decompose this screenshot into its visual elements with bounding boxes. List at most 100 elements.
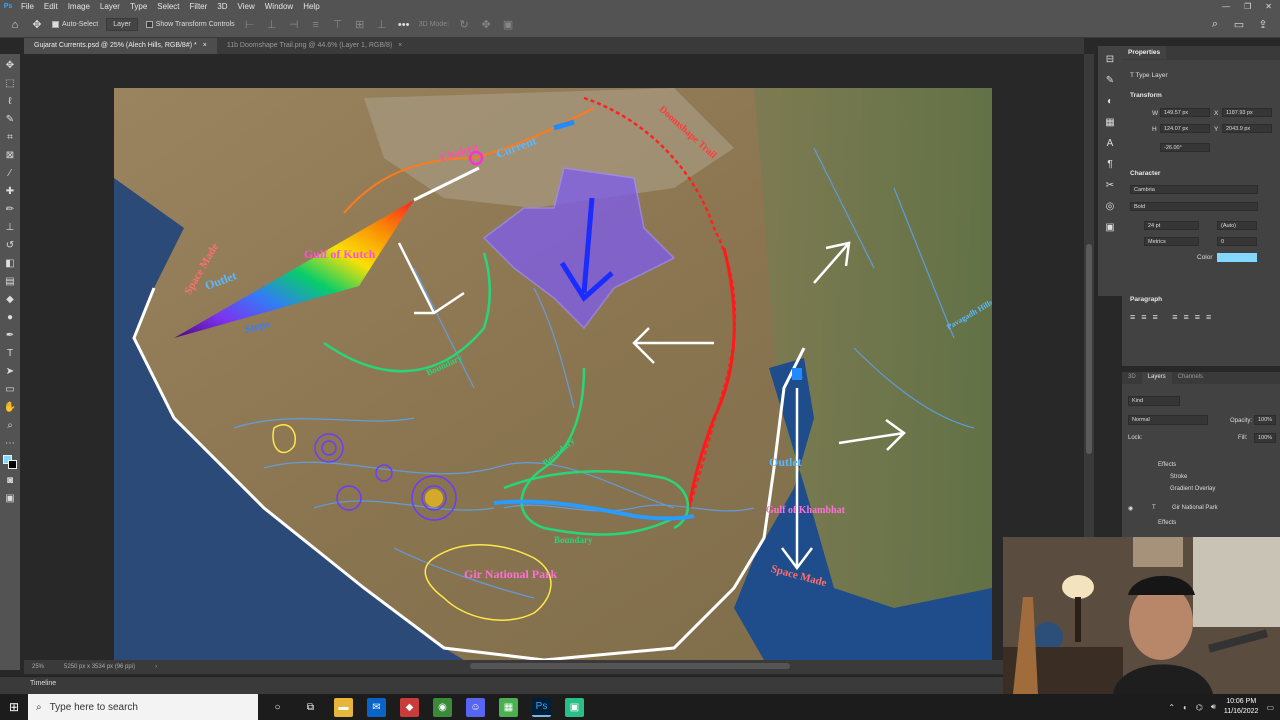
tab-channels[interactable]: Channels (1172, 372, 1209, 384)
target-select[interactable]: Layer (106, 18, 138, 31)
opacity-field[interactable]: 100% (1254, 415, 1276, 425)
crop-tool-icon[interactable]: ⌗ (3, 131, 17, 144)
eyedropper-tool-icon[interactable]: ⁄ (3, 167, 17, 180)
tray-app-icon[interactable]: ◐ (1183, 703, 1188, 712)
taskbar-clock[interactable]: 10:06 PM 11/16/2022 (1224, 697, 1259, 717)
shape-tool-icon[interactable]: ▭ (3, 383, 17, 396)
canvas-area[interactable]: Chakra Current Doomshape Trail Space Mad… (24, 54, 1084, 660)
layer-row-effects[interactable]: Effects (1158, 520, 1176, 526)
leading-field[interactable]: (Auto) (1217, 221, 1257, 230)
photoshop-icon[interactable]: Ps (532, 697, 551, 717)
close-tab-icon[interactable]: × (398, 42, 402, 50)
screen-mode-icon[interactable]: ▣ (3, 492, 17, 505)
search-icon[interactable]: ⌕ (1208, 18, 1222, 32)
eraser-tool-icon[interactable]: ◧ (3, 257, 17, 270)
more-tools-icon[interactable]: ⋯ (3, 437, 17, 450)
workspace-icon[interactable]: ▭ (1232, 18, 1246, 32)
close-tab-icon[interactable]: × (203, 42, 207, 50)
frame-tool-icon[interactable]: ⊠ (3, 149, 17, 162)
align-bottom-icon[interactable]: ⊥ (375, 18, 389, 32)
paragraph-icon[interactable]: ¶ (1103, 159, 1117, 170)
notifications-icon[interactable]: ▭ (1266, 703, 1274, 712)
lasso-tool-icon[interactable]: ℓ (3, 95, 17, 108)
menu-image[interactable]: Image (63, 2, 95, 11)
layer-row-stroke[interactable]: Stroke (1170, 474, 1187, 480)
transform-section-title[interactable]: Transform (1130, 92, 1162, 99)
align-right-icon[interactable]: ⊣ (287, 18, 301, 32)
task-view-icon[interactable]: ⧉ (301, 698, 320, 717)
quick-select-tool-icon[interactable]: ✎ (3, 113, 17, 126)
status-arrow-icon[interactable]: › (155, 664, 157, 670)
kind-filter-select[interactable]: Kind (1128, 396, 1180, 406)
3d-pan-icon[interactable]: ✥ (479, 18, 493, 32)
width-field[interactable]: 149.57 px (1160, 108, 1210, 117)
file-explorer-icon[interactable]: ▬ (334, 697, 353, 717)
font-family-select[interactable]: Cambria (1130, 185, 1258, 194)
app-icon-green[interactable]: ▣ (565, 697, 584, 717)
brush-tool-icon[interactable]: ✏ (3, 203, 17, 216)
layer-row-gir-national-park[interactable]: Gir National Park (1172, 505, 1218, 511)
discord-icon[interactable]: ☺ (466, 697, 485, 717)
scrollbar-thumb[interactable] (1086, 244, 1092, 454)
styles-icon[interactable]: ▦ (1103, 117, 1117, 128)
more-options-icon[interactable]: ••• (397, 18, 411, 32)
menu-help[interactable]: Help (298, 2, 324, 11)
tab-layers[interactable]: Layers (1141, 372, 1172, 384)
paragraph-align-buttons[interactable]: ≡≡≡ ≡≡≡≡ (1130, 312, 1217, 322)
minimize-icon[interactable]: — (1222, 2, 1230, 11)
menu-select[interactable]: Select (152, 2, 184, 11)
gradient-tool-icon[interactable]: ▤ (3, 275, 17, 288)
menu-view[interactable]: View (233, 2, 260, 11)
height-field[interactable]: 124.07 px (1160, 124, 1210, 133)
dodge-tool-icon[interactable]: ● (3, 311, 17, 324)
marquee-tool-icon[interactable]: ⬚ (3, 77, 17, 90)
color-swatches[interactable] (3, 455, 17, 469)
horizontal-scrollbar[interactable] (470, 663, 790, 669)
libraries-icon[interactable]: ⊟ (1103, 54, 1117, 65)
cortana-icon[interactable]: ○ (268, 698, 287, 717)
healing-brush-icon[interactable]: ✚ (3, 185, 17, 198)
menu-file[interactable]: File (16, 2, 39, 11)
auto-select-checkbox[interactable]: Auto-Select (52, 21, 98, 28)
align-center-icon[interactable]: ⊥ (265, 18, 279, 32)
background-color[interactable] (8, 460, 17, 469)
x-field[interactable]: 1187.93 px (1222, 108, 1272, 117)
fill-field[interactable]: 100% (1254, 433, 1276, 443)
type-tool-icon[interactable]: T (3, 347, 17, 360)
windows-start-icon[interactable]: ⊞ (0, 694, 28, 720)
zoom-level[interactable]: 25% (32, 664, 44, 670)
move-tool-icon[interactable]: ✥ (30, 18, 44, 32)
tab-3d[interactable]: 3D (1122, 372, 1142, 384)
character-section-title[interactable]: Character (1130, 170, 1160, 177)
tool-presets-icon[interactable]: ✂ (1103, 180, 1117, 191)
tab-properties[interactable]: Properties (1122, 46, 1167, 59)
menu-window[interactable]: Window (260, 2, 298, 11)
3d-camera-icon[interactable]: ▣ (501, 18, 515, 32)
hand-tool-icon[interactable]: ✋ (3, 401, 17, 414)
app-icon[interactable]: ◆ (400, 697, 419, 717)
pen-tool-icon[interactable]: ✒ (3, 329, 17, 342)
text-color-swatch[interactable] (1217, 253, 1257, 262)
3d-orbit-icon[interactable]: ↻ (457, 18, 471, 32)
history-icon[interactable]: ▣ (1103, 222, 1117, 233)
stamp-tool-icon[interactable]: ⊥ (3, 221, 17, 234)
move-tool-icon[interactable]: ✥ (3, 59, 17, 72)
navigator-icon[interactable]: ◎ (1103, 201, 1117, 212)
adjustments-icon[interactable]: ◐ (1103, 96, 1117, 107)
layer-row-effects[interactable]: Effects (1158, 462, 1176, 468)
transform-controls-checkbox[interactable]: Show Transform Controls (145, 21, 235, 28)
paragraph-section-title[interactable]: Paragraph (1130, 296, 1162, 303)
brush-settings-icon[interactable]: ✎ (1103, 75, 1117, 86)
network-icon[interactable]: ⌬ (1196, 703, 1203, 712)
menu-filter[interactable]: Filter (185, 2, 213, 11)
tab-gujarat-currents[interactable]: Gujarat Currents.psd @ 25% (Alech Hills,… (24, 38, 217, 54)
menu-layer[interactable]: Layer (95, 2, 125, 11)
volume-icon[interactable]: 🔊︎ (1211, 702, 1216, 712)
tray-chevron-icon[interactable]: ⌃ (1168, 703, 1175, 712)
menu-3d[interactable]: 3D (212, 2, 232, 11)
font-style-select[interactable]: Bold (1130, 202, 1258, 211)
tab-doomshape-trail[interactable]: 11b Doomshape Trail.png @ 44.6% (Layer 1… (217, 38, 412, 54)
menu-edit[interactable]: Edit (39, 2, 63, 11)
layer-row-gradient-overlay[interactable]: Gradient Overlay (1170, 486, 1215, 492)
minecraft-icon[interactable]: ▦ (499, 697, 518, 717)
